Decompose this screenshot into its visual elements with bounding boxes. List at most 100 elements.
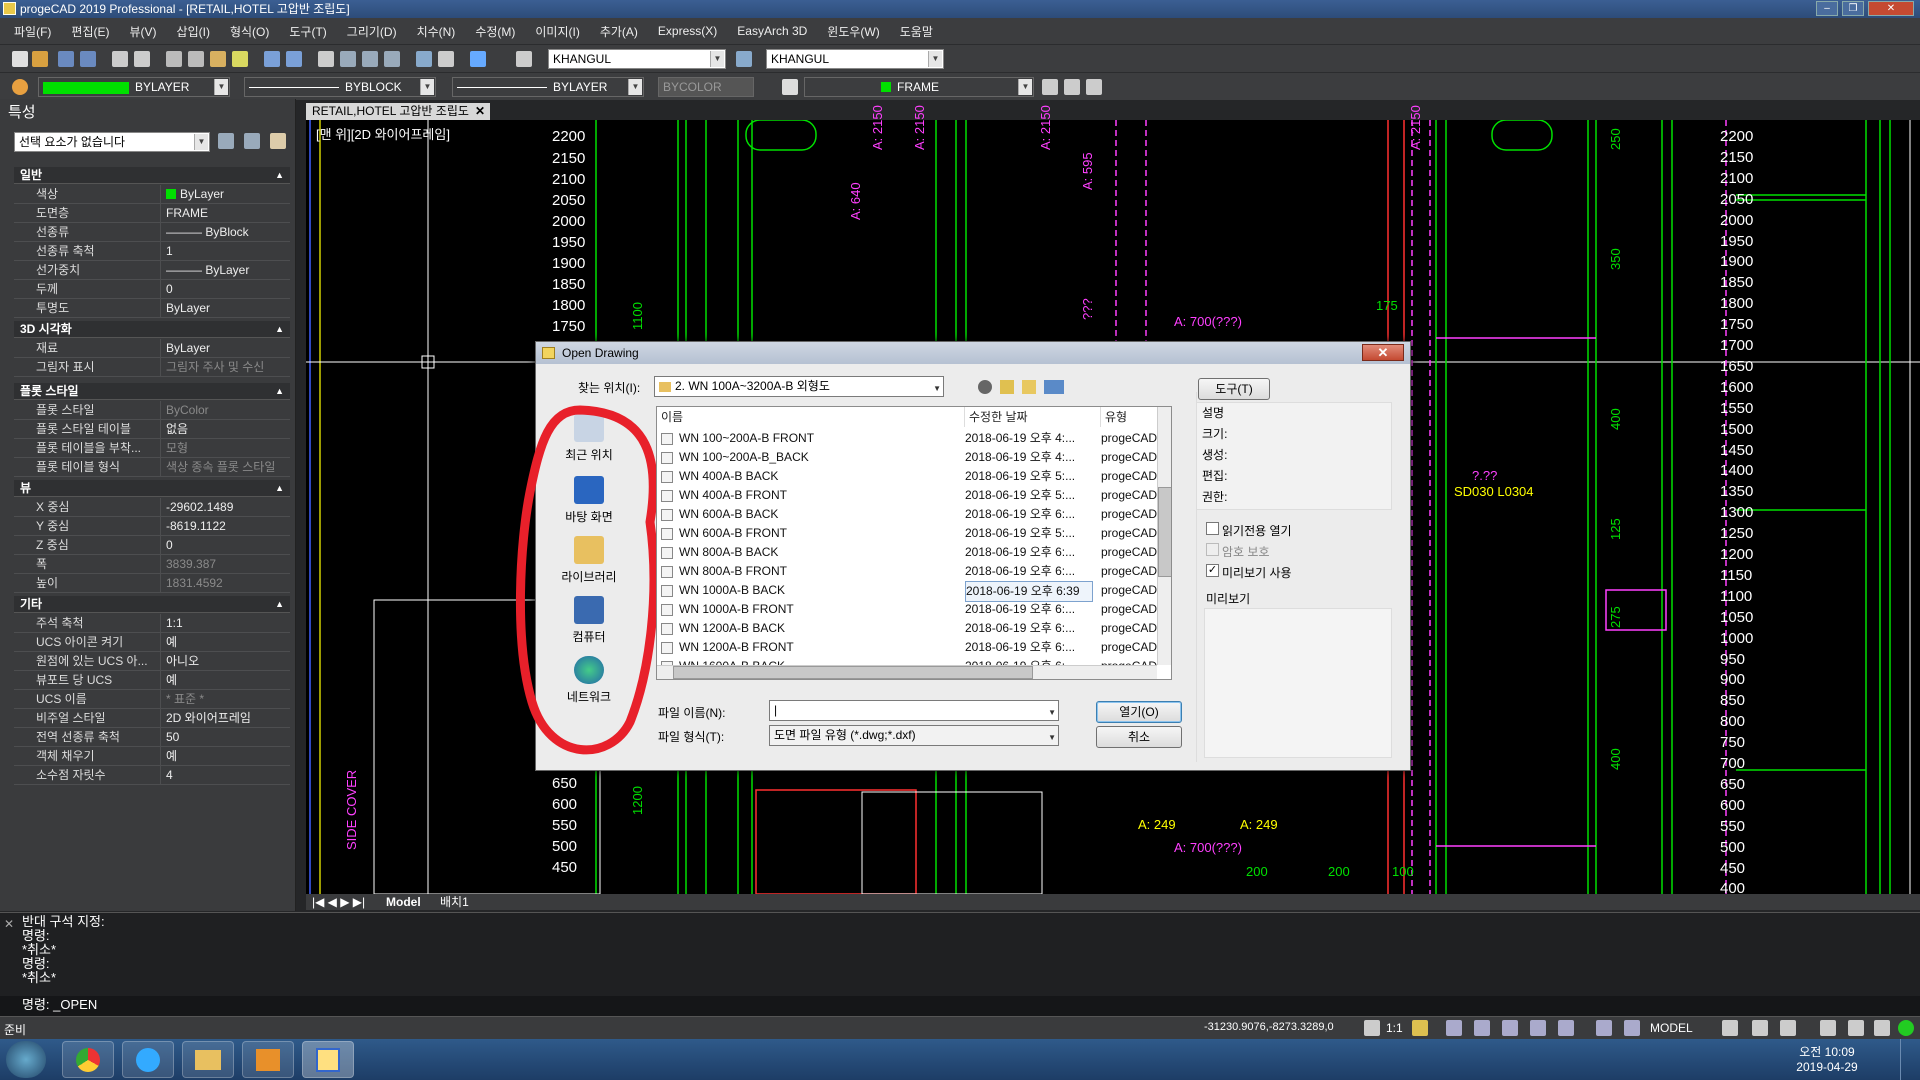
property-row[interactable]: 선종류 ——— ByBlock bbox=[14, 223, 290, 242]
toggle-pickadd-icon[interactable] bbox=[218, 133, 234, 149]
save-as-icon[interactable] bbox=[80, 51, 96, 67]
ie-taskbar-button[interactable] bbox=[122, 1041, 174, 1078]
show-desktop-button[interactable] bbox=[1900, 1039, 1920, 1080]
zoom-window-icon[interactable] bbox=[362, 51, 378, 67]
color-combo[interactable]: BYLAYER ▼ bbox=[38, 77, 230, 97]
progecad-taskbar-button[interactable] bbox=[302, 1041, 354, 1078]
annotation-visibility-icon[interactable] bbox=[1412, 1020, 1428, 1036]
status-model[interactable]: MODEL bbox=[1650, 1021, 1693, 1035]
pan-icon[interactable] bbox=[318, 51, 334, 67]
section-plot[interactable]: 플롯 스타일 ▲ bbox=[14, 383, 290, 400]
property-row[interactable]: 플롯 테이블을 부착... 모형 bbox=[14, 439, 290, 458]
design-center-icon[interactable] bbox=[438, 51, 454, 67]
customize-icon[interactable] bbox=[1820, 1020, 1836, 1036]
lineweight-icon[interactable] bbox=[1624, 1020, 1640, 1036]
file-row[interactable]: WN 800A-B FRONT 2018-06-19 오후 6:... progeC… bbox=[657, 562, 1157, 581]
tab-nav-arrows[interactable]: |◀ ◀ ▶ ▶| bbox=[312, 894, 365, 910]
file-row[interactable]: WN 1200A-B FRONT 2018-06-19 오후 6:... proge… bbox=[657, 638, 1157, 657]
file-row[interactable]: WN 600A-B FRONT 2018-06-19 오후 5:... progeC… bbox=[657, 524, 1157, 543]
explorer-taskbar-button[interactable] bbox=[182, 1041, 234, 1078]
property-row[interactable]: 투명도 ByLayer bbox=[14, 299, 290, 318]
menu-tools[interactable]: 도구(T) bbox=[289, 23, 326, 40]
status-scale[interactable]: 1:1 bbox=[1386, 1021, 1403, 1035]
collapse-icon[interactable]: ▲ bbox=[275, 596, 284, 613]
property-row[interactable]: 전역 선종류 축척 50 bbox=[14, 728, 290, 747]
dim-style-icon[interactable] bbox=[736, 51, 752, 67]
text-style-combo[interactable]: KHANGUL ▼ bbox=[548, 49, 726, 69]
lookin-combo[interactable]: 2. WN 100A~3200A-B 외형도 ▼ bbox=[654, 376, 944, 397]
gear-icon[interactable] bbox=[1722, 1020, 1738, 1036]
file-row[interactable]: WN 1000A-B BACK 2018-06-19 오후 6:39 progeCA… bbox=[657, 581, 1157, 602]
lineweight-combo[interactable]: BYLAYER ▼ bbox=[452, 77, 644, 97]
layer-previous-icon[interactable] bbox=[1042, 79, 1058, 95]
menu-easyarch[interactable]: EasyArch 3D bbox=[737, 24, 807, 38]
property-row[interactable]: UCS 이름 * 표준 * bbox=[14, 690, 290, 709]
fullscreen-icon[interactable] bbox=[1874, 1020, 1890, 1036]
print-preview-icon[interactable] bbox=[134, 51, 150, 67]
menu-modify[interactable]: 수정(M) bbox=[475, 23, 515, 40]
osnap-icon[interactable] bbox=[1558, 1020, 1574, 1036]
layer-state-icon[interactable] bbox=[1064, 79, 1080, 95]
undo-icon[interactable] bbox=[264, 51, 280, 67]
otrack-icon[interactable] bbox=[1596, 1020, 1612, 1036]
ortho-icon[interactable] bbox=[1502, 1020, 1518, 1036]
property-row[interactable]: 플롯 스타일 테이블 없음 bbox=[14, 420, 290, 439]
zoom-realtime-icon[interactable] bbox=[340, 51, 356, 67]
save-icon[interactable] bbox=[58, 51, 74, 67]
property-row[interactable]: 뷰포트 당 UCS 예 bbox=[14, 671, 290, 690]
dim-style-combo[interactable]: KHANGUL ▼ bbox=[766, 49, 944, 69]
match-properties-icon[interactable] bbox=[232, 51, 248, 67]
layer-manager-icon[interactable] bbox=[782, 79, 798, 95]
readonly-checkbox[interactable] bbox=[1206, 522, 1219, 535]
property-row[interactable]: 주석 축척 1:1 bbox=[14, 614, 290, 633]
menu-insert[interactable]: 삽입(I) bbox=[177, 23, 210, 40]
vertical-scrollbar[interactable] bbox=[1157, 407, 1171, 665]
section-visual3d[interactable]: 3D 시각화 ▲ bbox=[14, 321, 290, 338]
color-wheel-icon[interactable] bbox=[12, 79, 28, 95]
copy-icon[interactable] bbox=[188, 51, 204, 67]
start-button[interactable] bbox=[6, 1041, 46, 1078]
property-row[interactable]: 선종류 축척 1 bbox=[14, 242, 290, 261]
property-row[interactable]: 선가중치 ——— ByLayer bbox=[14, 261, 290, 280]
property-row[interactable]: 플롯 테이블 형식 색상 종속 플롯 스타일 bbox=[14, 458, 290, 477]
property-row[interactable]: 비주얼 스타일 2D 와이어프레임 bbox=[14, 709, 290, 728]
collapse-icon[interactable]: ▲ bbox=[275, 383, 284, 400]
menu-format[interactable]: 형식(O) bbox=[230, 23, 269, 40]
new-icon[interactable] bbox=[12, 51, 28, 67]
grid-icon[interactable] bbox=[1474, 1020, 1490, 1036]
file-row[interactable]: WN 100~200A-B FRONT 2018-06-19 오후 4:... pr… bbox=[657, 429, 1157, 448]
file-row[interactable]: WN 400A-B BACK 2018-06-19 오후 5:... progeCA… bbox=[657, 467, 1157, 486]
open-button[interactable]: 열기(O) bbox=[1096, 701, 1182, 723]
property-row[interactable]: 객체 채우기 예 bbox=[14, 747, 290, 766]
property-row[interactable]: 도면층 FRAME bbox=[14, 204, 290, 223]
property-row[interactable]: 플롯 스타일 ByColor bbox=[14, 401, 290, 420]
zoom-extents-icon[interactable] bbox=[384, 51, 400, 67]
annotation-icon[interactable] bbox=[1364, 1020, 1380, 1036]
column-type[interactable]: 유형 bbox=[1101, 407, 1161, 427]
command-line[interactable]: 명령: _OPEN bbox=[0, 996, 1920, 1016]
preview-checkbox[interactable]: ✓ bbox=[1206, 564, 1219, 577]
chrome-taskbar-button[interactable] bbox=[62, 1041, 114, 1078]
properties-icon[interactable] bbox=[416, 51, 432, 67]
property-row[interactable]: 소수점 자릿수 4 bbox=[14, 766, 290, 785]
property-row[interactable]: X 중심 -29602.1489 bbox=[14, 498, 290, 517]
linetype-combo[interactable]: BYBLOCK ▼ bbox=[244, 77, 436, 97]
restore-button[interactable]: ❐ bbox=[1842, 1, 1864, 16]
up-folder-icon[interactable] bbox=[1000, 380, 1014, 394]
property-row[interactable]: Z 중심 0 bbox=[14, 536, 290, 555]
layer-combo[interactable]: FRAME ▼ bbox=[804, 77, 1034, 97]
close-window-button[interactable]: ✕ bbox=[1868, 1, 1914, 16]
media-taskbar-button[interactable] bbox=[242, 1041, 294, 1078]
menu-draw[interactable]: 그리기(D) bbox=[347, 23, 397, 40]
collapse-icon[interactable]: ▲ bbox=[275, 321, 284, 338]
snap-icon[interactable] bbox=[1446, 1020, 1462, 1036]
redo-icon[interactable] bbox=[286, 51, 302, 67]
clean-screen-icon[interactable] bbox=[1780, 1020, 1796, 1036]
menu-addons[interactable]: 추가(A) bbox=[600, 23, 638, 40]
open-icon[interactable] bbox=[32, 51, 48, 67]
selection-combo[interactable]: 선택 요소가 없습니다 ▼ bbox=[14, 132, 210, 152]
filename-input[interactable]: | ▼ bbox=[769, 700, 1059, 721]
close-tab-icon[interactable]: ✕ bbox=[475, 103, 485, 120]
tools-button[interactable]: 도구(T) bbox=[1198, 378, 1270, 400]
menu-image[interactable]: 이미지(I) bbox=[535, 23, 579, 40]
